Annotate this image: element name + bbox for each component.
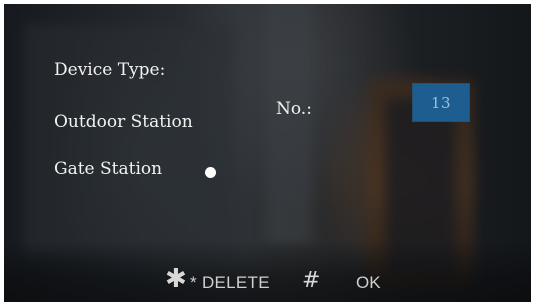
option-gate-station[interactable]: Gate Station [54, 159, 162, 179]
hash-icon: # [302, 268, 321, 293]
asterisk-icon: ✱ [165, 264, 187, 294]
device-type-label: Device Type: [54, 60, 166, 80]
number-value: 13 [430, 93, 452, 112]
number-label: No.: [276, 99, 312, 119]
selected-indicator-icon [205, 167, 216, 178]
ok-hint: OK [356, 273, 381, 292]
delete-hint: * DELETE [190, 273, 270, 292]
number-field[interactable]: 13 [413, 84, 469, 121]
background-post [266, 4, 312, 244]
background-wall [24, 24, 234, 254]
option-outdoor-station[interactable]: Outdoor Station [54, 112, 193, 132]
monitor-screen: Device Type: Outdoor Station Gate Statio… [4, 4, 531, 302]
